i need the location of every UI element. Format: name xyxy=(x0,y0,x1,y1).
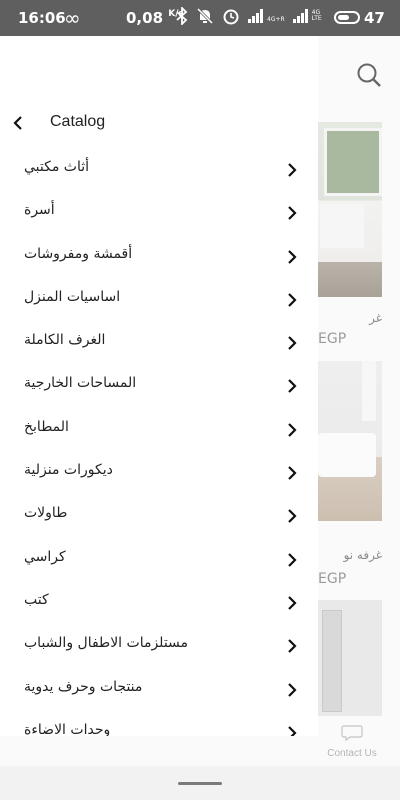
product-image[interactable] xyxy=(318,361,382,521)
category-label: وحدات الاضاءة xyxy=(24,721,111,736)
signal-icon-1 xyxy=(248,9,263,23)
infinity-icon: ∞ xyxy=(64,6,81,30)
category-label: منتجات وحرف يدوية xyxy=(24,678,143,695)
chevron-right-icon xyxy=(288,249,297,264)
chevron-right-icon xyxy=(288,726,297,736)
product-title[interactable]: غر xyxy=(318,311,382,325)
status-bar: 16:06 ∞ 0,08 K/s 4G+R 4G LTE 47 xyxy=(0,0,400,36)
contact-us-button[interactable]: Contact Us xyxy=(322,724,382,759)
network-type-1: 4G+R xyxy=(267,16,285,23)
product-price: EGP xyxy=(318,571,347,587)
category-label: ديكورات منزلية xyxy=(24,462,113,479)
product-image[interactable] xyxy=(318,122,382,297)
product-title[interactable]: غرفه نو xyxy=(318,548,382,562)
chevron-left-icon[interactable] xyxy=(10,114,28,132)
category-label: أثاث مكتبي xyxy=(24,159,90,175)
category-list: أثاث مكتبي أسرة أقمشة ومفروشات اساسيات ا… xyxy=(0,149,318,736)
category-label: أسرة xyxy=(24,202,55,219)
category-label: طاولات xyxy=(24,505,68,522)
battery-percent: 47 xyxy=(364,9,385,27)
category-item[interactable]: كتب xyxy=(0,582,318,625)
category-label: المطابخ xyxy=(24,418,69,435)
status-time: 16:06 xyxy=(18,9,66,27)
category-label: الغرف الكاملة xyxy=(24,332,106,349)
chevron-right-icon xyxy=(288,596,297,610)
product-image[interactable] xyxy=(318,600,382,716)
chat-bubble-icon xyxy=(341,725,363,742)
category-item[interactable]: مستلزمات الاطفال والشباب xyxy=(0,625,318,668)
chevron-right-icon xyxy=(288,206,297,221)
category-item[interactable]: اساسيات المنزل xyxy=(0,279,318,322)
home-gesture-handle[interactable] xyxy=(178,782,222,785)
bluetooth-icon xyxy=(176,7,188,25)
category-item[interactable]: طاولات xyxy=(0,495,318,538)
category-label: مستلزمات الاطفال والشباب xyxy=(24,635,189,652)
catalog-drawer: Catalog أثاث مكتبي أسرة أقمشة ومفروشات ا… xyxy=(0,36,318,736)
category-item[interactable]: منتجات وحرف يدوية xyxy=(0,669,318,712)
chevron-right-icon xyxy=(288,552,297,567)
contact-us-label: Contact Us xyxy=(327,748,377,759)
muted-bell-icon xyxy=(196,7,214,25)
product-price: EGP xyxy=(318,331,347,347)
chevron-right-icon xyxy=(288,466,297,480)
category-label: كتب xyxy=(24,591,49,608)
search-icon[interactable] xyxy=(356,62,382,88)
category-item[interactable]: المساحات الخارجية xyxy=(0,365,318,408)
alarm-icon xyxy=(223,9,239,25)
category-item[interactable]: أثاث مكتبي xyxy=(0,149,318,192)
category-item[interactable]: أسرة xyxy=(0,192,318,235)
status-icons: 4G+R 4G LTE xyxy=(176,7,330,25)
chevron-right-icon xyxy=(288,509,297,524)
battery-icon xyxy=(334,11,360,24)
network-type-2: 4G LTE xyxy=(311,9,322,22)
category-item[interactable]: المطابخ xyxy=(0,409,318,452)
chevron-right-icon xyxy=(288,336,297,350)
drawer-header: Catalog xyxy=(0,104,318,142)
navigation-bar xyxy=(0,766,400,800)
category-item[interactable]: أقمشة ومفروشات xyxy=(0,236,318,279)
drawer-title: Catalog xyxy=(50,113,106,130)
chevron-right-icon xyxy=(288,423,297,437)
category-item[interactable]: ديكورات منزلية xyxy=(0,452,318,495)
category-label: اساسيات المنزل xyxy=(24,288,121,305)
category-label: كراسي xyxy=(24,548,66,565)
signal-icon-2 xyxy=(292,9,308,23)
chevron-right-icon xyxy=(288,682,297,697)
chevron-right-icon xyxy=(288,293,297,307)
category-label: أقمشة ومفروشات xyxy=(24,245,133,262)
chevron-right-icon xyxy=(288,163,297,177)
category-item[interactable]: وحدات الاضاءة xyxy=(0,712,318,736)
category-item[interactable]: كراسي xyxy=(0,539,318,582)
category-item[interactable]: الغرف الكاملة xyxy=(0,322,318,365)
chevron-right-icon xyxy=(288,379,297,394)
category-label: المساحات الخارجية xyxy=(24,375,137,392)
chevron-right-icon xyxy=(288,639,297,654)
